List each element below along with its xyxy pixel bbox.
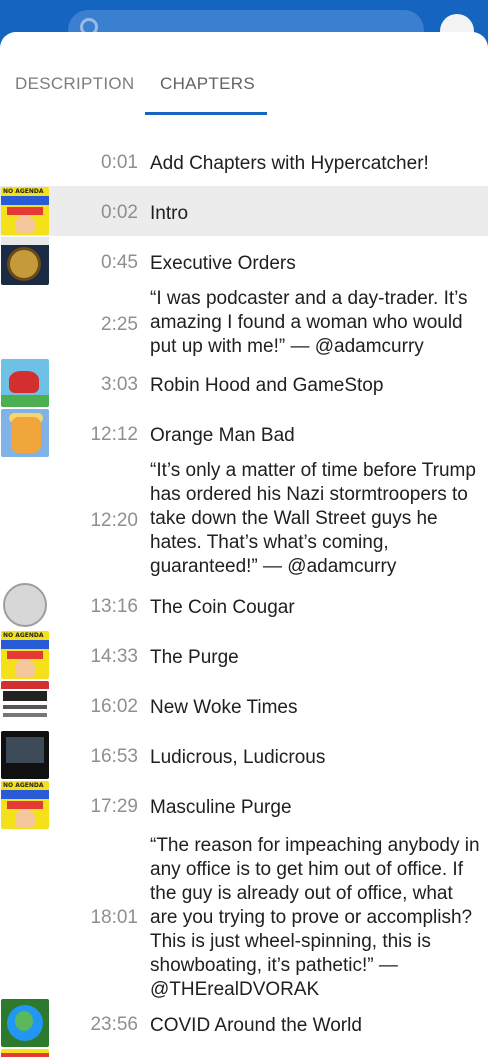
chapter-title: “It’s only a matter of time before Trump… <box>150 460 482 577</box>
thumbnail-text: NO AGENDA <box>3 632 44 639</box>
chapter-thumbnail <box>1 681 49 729</box>
chapter-title: COVID Around the World <box>150 1015 362 1036</box>
chapter-row[interactable]: 0:01 Add Chapters with Hypercatcher! <box>0 136 488 186</box>
chapter-time: 0:02 <box>101 202 138 223</box>
chapter-title: The Purge <box>150 647 239 668</box>
chapter-row[interactable]: 12:20 “It’s only a matter of time before… <box>0 458 488 580</box>
chapter-time: 0:45 <box>101 252 138 273</box>
chapter-row-active[interactable]: NO AGENDA 0:02 Intro <box>0 186 488 236</box>
chapter-thumbnail <box>1 1049 49 1057</box>
chapter-time: 17:29 <box>90 796 138 817</box>
chapter-row[interactable]: 16:02 New Woke Times <box>0 680 488 730</box>
chapter-time: 14:33 <box>90 646 138 667</box>
chapter-thumbnail <box>1 581 49 629</box>
chapter-row[interactable]: 0:45 Executive Orders <box>0 236 488 286</box>
chapter-row[interactable]: 3:03 Robin Hood and GameStop <box>0 358 488 408</box>
chapter-row-partial[interactable] <box>0 1048 488 1057</box>
chapter-thumbnail: NO AGENDA <box>1 187 49 235</box>
chapter-title: Add Chapters with Hypercatcher! <box>150 153 429 174</box>
chapter-thumbnail: NO AGENDA <box>1 781 49 829</box>
chapter-thumbnail <box>1 731 49 779</box>
chapter-row[interactable]: 16:53 Ludicrous, Ludicrous <box>0 730 488 780</box>
chapter-thumbnail <box>1 409 49 457</box>
chapter-title: Robin Hood and GameStop <box>150 375 384 396</box>
chapter-title: “The reason for impeaching anybody in an… <box>150 835 485 1000</box>
chapter-row[interactable]: 18:01 “The reason for impeaching anybody… <box>0 830 488 1000</box>
chapter-title: Masculine Purge <box>150 797 292 818</box>
chapter-title: New Woke Times <box>150 697 298 718</box>
chapter-time: 2:25 <box>101 314 138 335</box>
tab-chapters[interactable]: CHAPTERS <box>160 74 255 94</box>
chapter-title: Executive Orders <box>150 253 296 274</box>
chapter-row[interactable]: 23:56 COVID Around the World <box>0 998 488 1048</box>
chapter-title: “I was podcaster and a day-trader. It’s … <box>150 288 473 357</box>
tab-description[interactable]: DESCRIPTION <box>15 74 134 94</box>
chapter-title: Ludicrous, Ludicrous <box>150 747 326 768</box>
thumbnail-text: NO AGENDA <box>3 782 44 789</box>
chapter-thumbnail <box>1 359 49 407</box>
active-tab-indicator <box>145 112 267 115</box>
tab-bar: DESCRIPTION CHAPTERS <box>0 32 488 116</box>
chapter-time: 3:03 <box>101 374 138 395</box>
chapter-thumbnail <box>1 999 49 1047</box>
chapter-row[interactable]: 2:25 “I was podcaster and a day-trader. … <box>0 286 488 358</box>
chapter-time: 12:20 <box>90 510 138 531</box>
chapter-time: 16:02 <box>90 696 138 717</box>
thumbnail-text: NO AGENDA <box>3 188 44 195</box>
chapter-time: 12:12 <box>90 424 138 445</box>
chapter-thumbnail <box>1 237 49 285</box>
chapter-title: Orange Man Bad <box>150 425 295 446</box>
chapter-time: 23:56 <box>90 1014 138 1035</box>
chapter-time: 16:53 <box>90 746 138 767</box>
chapter-list: 0:01 Add Chapters with Hypercatcher! NO … <box>0 136 488 1057</box>
chapter-time: 0:01 <box>101 152 138 173</box>
chapter-thumbnail: NO AGENDA <box>1 631 49 679</box>
chapter-row[interactable]: NO AGENDA 14:33 The Purge <box>0 630 488 680</box>
chapter-time: 13:16 <box>90 596 138 617</box>
chapter-row[interactable]: NO AGENDA 17:29 Masculine Purge <box>0 780 488 830</box>
chapter-time: 18:01 <box>90 907 138 928</box>
chapter-title: Intro <box>150 203 189 224</box>
chapter-title: The Coin Cougar <box>150 597 295 618</box>
chapter-row[interactable]: 12:12 Orange Man Bad <box>0 408 488 458</box>
chapter-row[interactable]: 13:16 The Coin Cougar <box>0 580 488 630</box>
episode-bottom-sheet: DESCRIPTION CHAPTERS 0:01 Add Chapters w… <box>0 32 488 1057</box>
